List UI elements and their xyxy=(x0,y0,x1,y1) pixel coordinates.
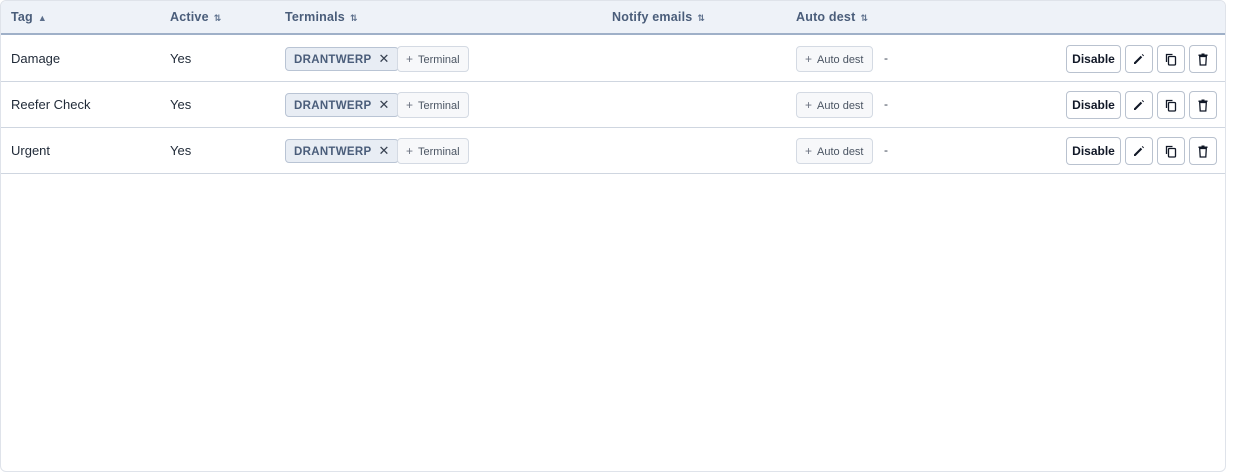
add-auto-dest-button[interactable]: + Auto dest xyxy=(796,92,873,118)
terminal-chip-label: DRANTWERP xyxy=(294,146,372,158)
add-auto-dest-label: Auto dest xyxy=(817,54,864,66)
terminal-chip: DRANTWERP ✕ xyxy=(285,139,399,163)
pencil-icon xyxy=(1134,54,1144,64)
auto-dest-value: - xyxy=(884,51,888,65)
terminal-chip-label: DRANTWERP xyxy=(294,54,372,66)
disable-button[interactable]: Disable xyxy=(1066,91,1121,119)
column-header-label: Active xyxy=(170,10,209,24)
add-auto-dest-label: Auto dest xyxy=(817,146,864,158)
delete-button[interactable] xyxy=(1189,45,1217,73)
plus-icon: + xyxy=(406,52,414,66)
tags-table-panel: Tag ▲ Active ⇅ Terminals ⇅ Notify emails ⇅ A… xyxy=(0,0,1226,472)
table-header: Tag ▲ Active ⇅ Terminals ⇅ Notify emails ⇅ A… xyxy=(1,1,1225,35)
tag-name: Reefer Check xyxy=(11,97,91,112)
trash-icon xyxy=(1198,99,1208,112)
delete-button[interactable] xyxy=(1189,91,1217,119)
add-terminal-button[interactable]: + Terminal xyxy=(397,138,469,164)
column-header-label: Auto dest xyxy=(796,10,856,24)
sort-icon: ⇅ xyxy=(697,13,706,23)
close-icon[interactable]: ✕ xyxy=(378,140,389,162)
sort-icon: ⇅ xyxy=(213,13,222,23)
add-auto-dest-button[interactable]: + Auto dest xyxy=(796,138,873,164)
active-value: Yes xyxy=(170,143,192,158)
duplicate-button[interactable] xyxy=(1157,137,1185,165)
active-value: Yes xyxy=(170,51,192,66)
duplicate-button[interactable] xyxy=(1157,91,1185,119)
trash-icon xyxy=(1198,145,1208,158)
table-row: Urgent Yes DRANTWERP ✕ + Terminal + Auto de… xyxy=(1,128,1225,174)
column-header-notify-emails[interactable]: Notify emails ⇅ xyxy=(612,1,705,33)
pencil-icon xyxy=(1134,146,1144,156)
terminal-chip: DRANTWERP ✕ xyxy=(285,47,399,71)
sort-ascending-icon: ▲ xyxy=(37,13,48,23)
add-auto-dest-button[interactable]: + Auto dest xyxy=(796,46,873,72)
tag-name: Urgent xyxy=(11,143,51,158)
add-terminal-label: Terminal xyxy=(418,146,460,158)
plus-icon: + xyxy=(805,98,813,112)
tag-name: Damage xyxy=(11,51,61,66)
plus-icon: + xyxy=(406,98,414,112)
table-row: Reefer Check Yes DRANTWERP ✕ + Terminal + A… xyxy=(1,82,1225,128)
active-value: Yes xyxy=(170,97,192,112)
column-header-terminals[interactable]: Terminals ⇅ xyxy=(285,1,358,33)
edit-button[interactable] xyxy=(1125,91,1153,119)
column-header-auto-dest[interactable]: Auto dest ⇅ xyxy=(796,1,868,33)
plus-icon: + xyxy=(805,144,813,158)
plus-icon: + xyxy=(406,144,414,158)
add-auto-dest-label: Auto dest xyxy=(817,100,864,112)
auto-dest-value: - xyxy=(884,143,888,157)
copy-icon xyxy=(1165,53,1177,66)
add-terminal-label: Terminal xyxy=(418,100,460,112)
add-terminal-button[interactable]: + Terminal xyxy=(397,92,469,118)
copy-icon xyxy=(1165,145,1177,158)
sort-icon: ⇅ xyxy=(349,13,358,23)
close-icon[interactable]: ✕ xyxy=(378,48,389,70)
column-header-active[interactable]: Active ⇅ xyxy=(170,1,221,33)
close-icon[interactable]: ✕ xyxy=(378,94,389,116)
edit-button[interactable] xyxy=(1125,45,1153,73)
disable-button[interactable]: Disable xyxy=(1066,45,1121,73)
duplicate-button[interactable] xyxy=(1157,45,1185,73)
column-header-label: Terminals xyxy=(285,10,345,24)
terminal-chip: DRANTWERP ✕ xyxy=(285,93,399,117)
add-terminal-label: Terminal xyxy=(418,54,460,66)
trash-icon xyxy=(1198,53,1208,66)
column-header-label: Tag xyxy=(11,10,33,24)
edit-button[interactable] xyxy=(1125,137,1153,165)
table-row: Damage Yes DRANTWERP ✕ + Terminal + Auto de… xyxy=(1,36,1225,82)
plus-icon: + xyxy=(805,52,813,66)
column-header-label: Notify emails xyxy=(612,10,693,24)
auto-dest-value: - xyxy=(884,97,888,111)
sort-icon: ⇅ xyxy=(860,13,869,23)
copy-icon xyxy=(1165,99,1177,112)
delete-button[interactable] xyxy=(1189,137,1217,165)
terminal-chip-label: DRANTWERP xyxy=(294,100,372,112)
column-header-tag[interactable]: Tag ▲ xyxy=(11,1,47,33)
disable-button[interactable]: Disable xyxy=(1066,137,1121,165)
pencil-icon xyxy=(1134,100,1144,110)
add-terminal-button[interactable]: + Terminal xyxy=(397,46,469,72)
